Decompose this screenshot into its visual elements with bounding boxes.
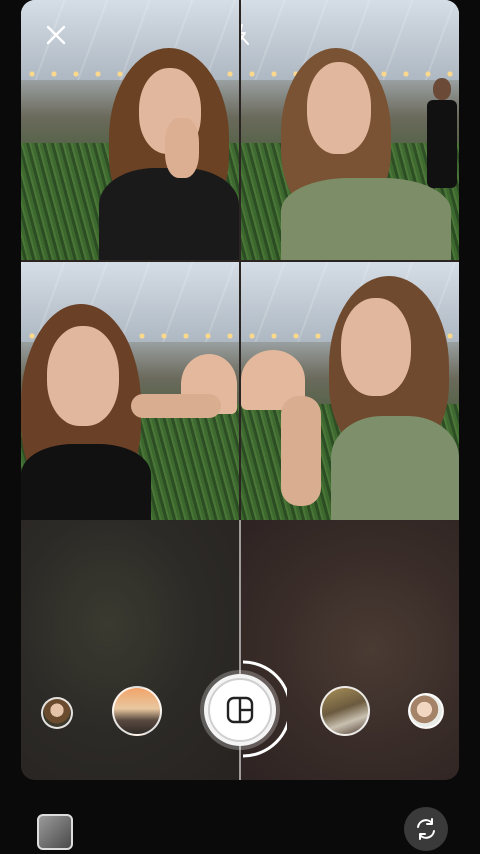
flip-camera-icon: [417, 818, 435, 840]
person-surprised: [99, 48, 239, 260]
person-heart-hands-2: [241, 276, 459, 520]
filter-sunset[interactable]: [112, 686, 162, 736]
close-icon[interactable]: [43, 22, 69, 48]
gallery-thumbnail[interactable]: [37, 814, 73, 850]
person-background: [427, 78, 457, 188]
collage-tile-3[interactable]: [21, 262, 239, 520]
flash-off-icon[interactable]: [241, 22, 253, 48]
person-wide-eyed: [271, 48, 451, 260]
layout-grid-icon: [226, 696, 254, 724]
filter-avatar-1[interactable]: [41, 697, 73, 729]
collage-tile-2[interactable]: [241, 0, 459, 260]
collage-tile-1[interactable]: [21, 0, 239, 260]
capture-button[interactable]: [204, 674, 276, 746]
person-heart-hands: [21, 304, 239, 520]
flip-camera-button[interactable]: [404, 807, 448, 851]
collage-tile-4[interactable]: [241, 262, 459, 520]
filter-avatar-2[interactable]: [408, 693, 444, 729]
filter-room[interactable]: [320, 686, 370, 736]
